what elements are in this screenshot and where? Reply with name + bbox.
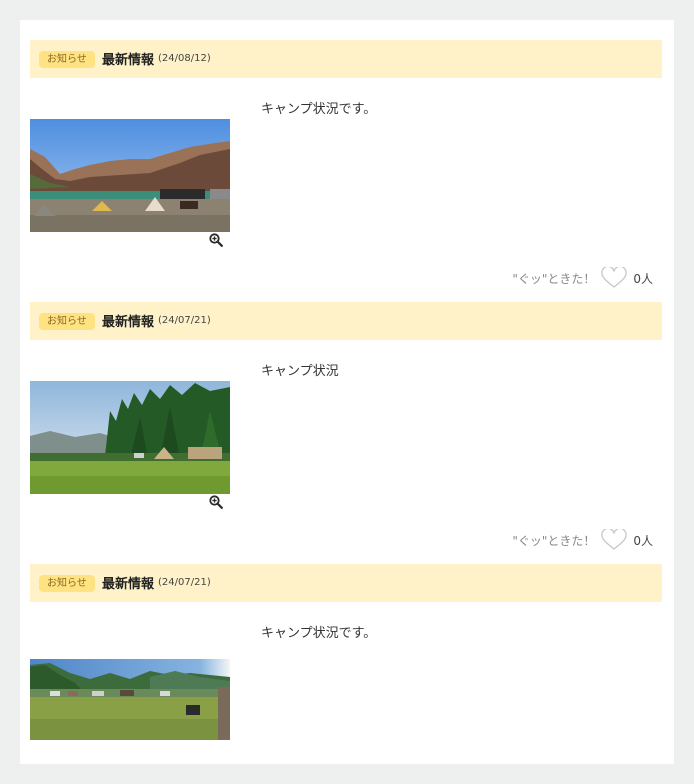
news-post: お知らせ 最新情報 (24/07/21) キャンプ状況 "ぐッ"ときた！ 0人: [30, 302, 662, 564]
like-row: "ぐッ"ときた！ 0人: [512, 528, 653, 552]
post-title[interactable]: 最新情報: [102, 311, 154, 330]
post-header: お知らせ 最新情報 (24/08/12): [30, 40, 662, 78]
news-post: お知らせ 最新情報 (24/08/12) キャンプ状況です。 "ぐッ"ときた！ …: [30, 40, 662, 302]
post-header: お知らせ 最新情報 (24/07/21): [30, 564, 662, 602]
zoom-icon[interactable]: [209, 233, 223, 247]
heart-icon[interactable]: [601, 267, 628, 289]
like-count: 0人: [633, 271, 653, 286]
like-count: 0人: [633, 533, 653, 548]
post-photo[interactable]: [30, 659, 230, 740]
heart-icon[interactable]: [601, 529, 628, 551]
post-title[interactable]: 最新情報: [102, 49, 154, 68]
news-post: お知らせ 最新情報 (24/07/21) キャンプ状況です。: [30, 564, 662, 764]
post-photo[interactable]: [30, 381, 230, 494]
category-badge: お知らせ: [39, 575, 95, 592]
post-title[interactable]: 最新情報: [102, 573, 154, 592]
post-photo[interactable]: [30, 119, 230, 232]
zoom-icon[interactable]: [209, 495, 223, 509]
post-body-text: キャンプ状況: [261, 364, 339, 379]
post-header: お知らせ 最新情報 (24/07/21): [30, 302, 662, 340]
like-row: "ぐッ"ときた！ 0人: [512, 266, 653, 290]
category-badge: お知らせ: [39, 313, 95, 330]
like-label: "ぐッ"ときた！: [512, 271, 596, 286]
like-label: "ぐッ"ときた！: [512, 533, 596, 548]
post-date: (24/08/12): [158, 53, 211, 64]
post-body-text: キャンプ状況です。: [261, 102, 377, 117]
news-feed-panel: お知らせ 最新情報 (24/08/12) キャンプ状況です。 "ぐッ"ときた！ …: [20, 20, 674, 764]
post-date: (24/07/21): [158, 315, 211, 326]
category-badge: お知らせ: [39, 51, 95, 68]
post-body-text: キャンプ状況です。: [261, 626, 377, 641]
post-date: (24/07/21): [158, 577, 211, 588]
